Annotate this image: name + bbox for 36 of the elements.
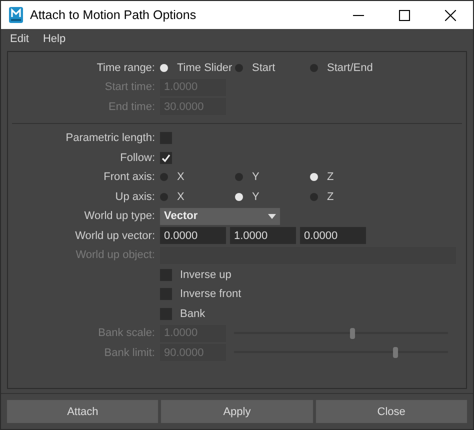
checkbox[interactable]: Inverse up: [160, 268, 232, 281]
number-field[interactable]: 0.0000: [300, 227, 366, 244]
radio-option[interactable]: X: [160, 190, 235, 203]
field-label: Parametric length:: [64, 132, 156, 144]
radio-option[interactable]: Start/End: [310, 62, 385, 74]
dialog-button[interactable]: Close: [316, 400, 467, 423]
app-icon: [9, 7, 23, 23]
checkbox[interactable]: Inverse front: [160, 288, 242, 300]
field-label: Front axis:: [102, 171, 156, 184]
close-icon: [444, 10, 456, 20]
radio-option[interactable]: Y: [235, 190, 310, 203]
radio-option[interactable]: Time Slider: [160, 62, 235, 74]
number-field[interactable]: 1.0000: [230, 227, 296, 244]
field-label: Time range:: [96, 62, 156, 74]
dropdown[interactable]: Vector: [160, 208, 280, 225]
radio-option[interactable]: Z: [310, 171, 385, 184]
dialog-button[interactable]: Attach: [7, 400, 158, 423]
radio-option[interactable]: X: [160, 171, 235, 184]
radio-option[interactable]: Y: [235, 171, 310, 184]
field-label: Follow:: [119, 152, 156, 164]
radio-option[interactable]: Z: [310, 190, 385, 203]
checkbox[interactable]: Bank: [160, 308, 206, 320]
minimize-icon: [352, 14, 364, 16]
radio-option[interactable]: Start: [235, 62, 310, 74]
dialog-button[interactable]: Apply: [161, 400, 313, 423]
caret-icon: [268, 214, 276, 219]
window-title: Attach to Motion Path Options: [30, 8, 198, 22]
field-label: World up type:: [83, 210, 156, 222]
field-label: World up vector:: [74, 230, 156, 242]
maximize-icon: [398, 10, 410, 20]
number-field[interactable]: 0.0000: [160, 227, 226, 244]
menu-item[interactable]: Help: [42, 32, 66, 44]
checkbox[interactable]: [160, 152, 172, 164]
field-label: Up axis:: [114, 190, 156, 203]
menu-item[interactable]: Edit: [10, 32, 29, 44]
checkbox[interactable]: [160, 132, 172, 144]
